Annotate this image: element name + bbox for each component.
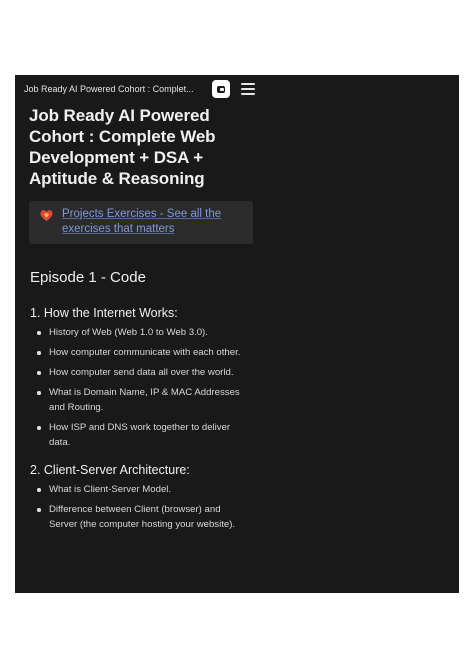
document-page: Job Ready AI Powered Cohort : Complet...… — [0, 0, 474, 669]
menu-line — [241, 88, 255, 90]
bullet-dot — [37, 351, 41, 355]
top-bar: Job Ready AI Powered Cohort : Complet... — [15, 75, 459, 105]
bullet-dot — [37, 488, 41, 492]
section-heading-client-server: 2. Client-Server Architecture: — [30, 463, 190, 477]
main-content: Job Ready AI Powered Cohort : Complete W… — [29, 105, 254, 537]
list-item: How computer communicate with each other… — [29, 345, 249, 360]
list-item-text: What is Client-Server Model. — [49, 484, 172, 495]
projects-exercises-link[interactable]: Projects Exercises - See all the exercis… — [62, 207, 243, 237]
list-item-text: What is Domain Name, IP & MAC Addresses … — [49, 387, 240, 413]
list-item-text: How ISP and DNS work together to deliver… — [49, 422, 231, 448]
section-heading-internet: 1. How the Internet Works: — [30, 306, 178, 320]
list-item: What is Domain Name, IP & MAC Addresses … — [29, 385, 249, 415]
list-item: What is Client-Server Model. — [29, 482, 249, 497]
bullet-dot — [37, 426, 41, 430]
app-screenshot: Job Ready AI Powered Cohort : Complet...… — [15, 75, 459, 593]
heart-icon — [40, 210, 53, 222]
menu-line — [241, 93, 255, 95]
internet-topics-list: History of Web (Web 1.0 to Web 3.0). How… — [29, 325, 254, 450]
list-item: How computer send data all over the worl… — [29, 365, 249, 380]
list-item: Difference between Client (browser) and … — [29, 502, 249, 532]
bullet-dot — [37, 508, 41, 512]
list-item: How ISP and DNS work together to deliver… — [29, 420, 249, 450]
list-item: History of Web (Web 1.0 to Web 3.0). — [29, 325, 249, 340]
bullet-dot — [37, 391, 41, 395]
callout-block: Projects Exercises - See all the exercis… — [29, 201, 253, 244]
window-icon-glyph — [217, 85, 225, 93]
hamburger-menu-icon[interactable] — [241, 83, 255, 95]
episode-heading: Episode 1 - Code — [30, 269, 146, 286]
bullet-dot — [37, 371, 41, 375]
list-item-text: History of Web (Web 1.0 to Web 3.0). — [49, 327, 208, 338]
tab-title[interactable]: Job Ready AI Powered Cohort : Complet... — [24, 84, 209, 94]
menu-line — [241, 83, 255, 85]
page-title: Job Ready AI Powered Cohort : Complete W… — [29, 106, 216, 188]
list-item-text: How computer send data all over the worl… — [49, 367, 234, 378]
list-item-text: Difference between Client (browser) and … — [49, 504, 236, 530]
list-item-text: How computer communicate with each other… — [49, 347, 241, 358]
window-icon[interactable] — [212, 80, 230, 98]
client-server-topics-list: What is Client-Server Model. Difference … — [29, 482, 254, 532]
bullet-dot — [37, 331, 41, 335]
